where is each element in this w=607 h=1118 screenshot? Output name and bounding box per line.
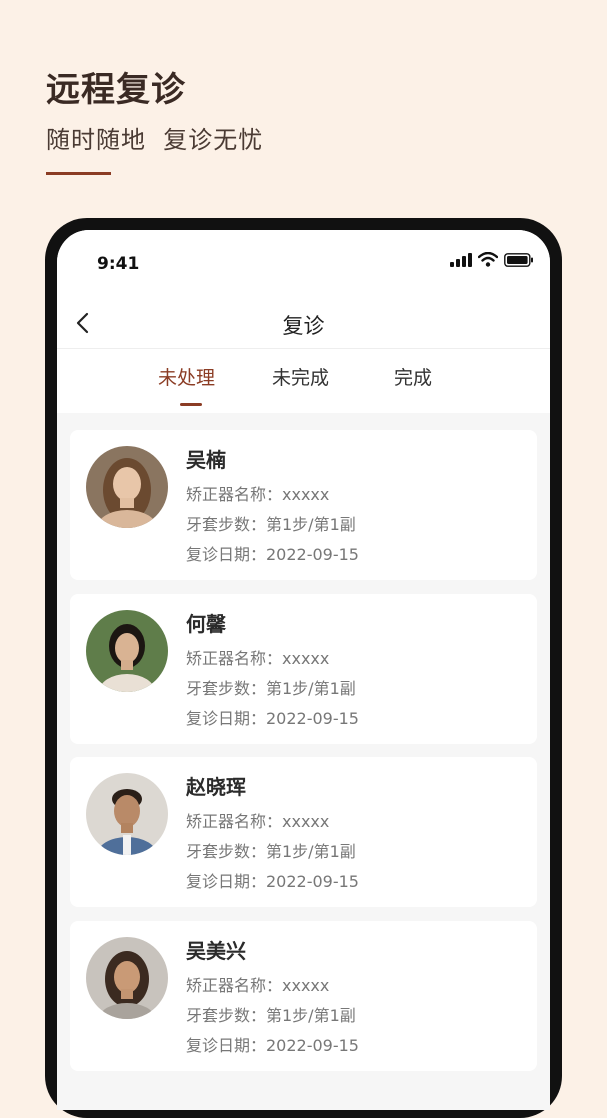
aligner-steps: 牙套步数：第1步/第1副 [186,1006,356,1025]
promo-underline [46,172,111,175]
avatar [86,773,168,855]
tab-bar: 未处理 未完成 完成 [57,349,550,413]
patient-name: 吴美兴 [186,939,246,963]
patient-name: 何馨 [186,612,226,636]
promo-subtitle: 随时随地 复诊无忧 [46,126,264,154]
nav-bar: 复诊 [57,300,550,349]
patient-name: 赵晓珲 [186,775,246,799]
tab-incomplete[interactable]: 未完成 [272,363,329,390]
aligner-steps: 牙套步数：第1步/第1副 [186,515,356,534]
phone-frame: 9:41 复诊 未处理 未完成 完成 吴楠 矫正器名称：xxxxx 牙套步数：第… [45,218,562,1118]
battery-icon [504,252,533,267]
tab-indicator [180,403,202,406]
status-time: 9:41 [97,254,140,274]
appliance-name: 矫正器名称：xxxxx [186,812,330,831]
avatar [86,610,168,692]
followup-date: 复诊日期：2022-09-15 [186,545,359,564]
status-icons [450,252,534,267]
patient-name: 吴楠 [186,448,226,472]
avatar [86,937,168,1019]
aligner-steps: 牙套步数：第1步/第1副 [186,842,356,861]
followup-date: 复诊日期：2022-09-15 [186,709,359,728]
tab-complete[interactable]: 完成 [394,363,432,390]
wifi-icon [478,252,498,267]
patient-card[interactable]: 吴美兴 矫正器名称：xxxxx 牙套步数：第1步/第1副 复诊日期：2022-0… [70,921,537,1071]
promo-title: 远程复诊 [46,70,186,110]
avatar [86,446,168,528]
tab-unprocessed[interactable]: 未处理 [158,363,215,390]
followup-date: 复诊日期：2022-09-15 [186,872,359,891]
status-bar: 9:41 [57,230,550,300]
appliance-name: 矫正器名称：xxxxx [186,976,330,995]
patient-card[interactable]: 吴楠 矫正器名称：xxxxx 牙套步数：第1步/第1副 复诊日期：2022-09… [70,430,537,580]
followup-date: 复诊日期：2022-09-15 [186,1036,359,1055]
signal-icon [450,252,472,267]
aligner-steps: 牙套步数：第1步/第1副 [186,679,356,698]
appliance-name: 矫正器名称：xxxxx [186,485,330,504]
patient-card[interactable]: 何馨 矫正器名称：xxxxx 牙套步数：第1步/第1副 复诊日期：2022-09… [70,594,537,744]
page-title: 复诊 [282,314,325,338]
appliance-name: 矫正器名称：xxxxx [186,649,330,668]
phone-screen: 9:41 复诊 未处理 未完成 完成 吴楠 矫正器名称：xxxxx 牙套步数：第… [57,230,550,1110]
patient-card[interactable]: 赵晓珲 矫正器名称：xxxxx 牙套步数：第1步/第1副 复诊日期：2022-0… [70,757,537,907]
